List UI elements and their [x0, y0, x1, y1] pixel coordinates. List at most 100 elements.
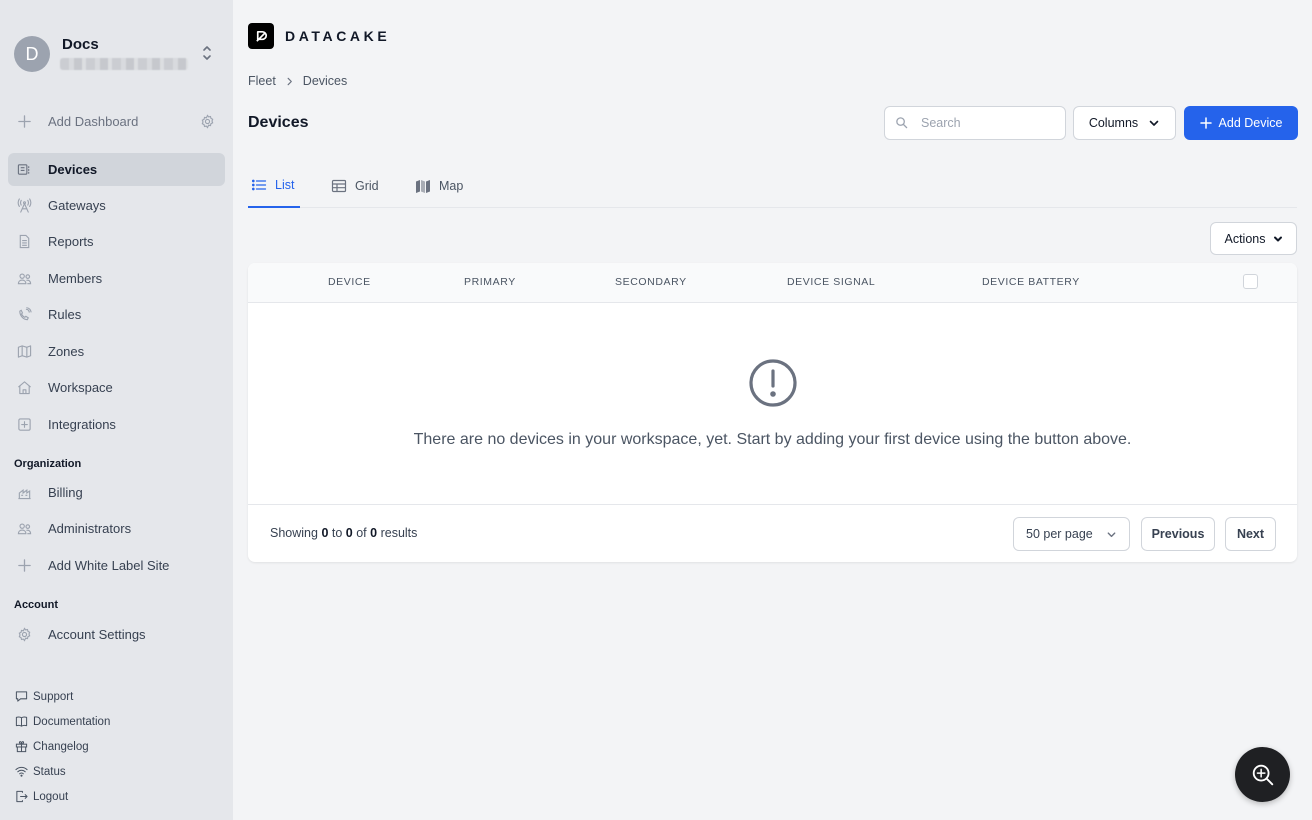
footer-link-label: Changelog: [33, 741, 89, 753]
house-icon: [16, 380, 32, 396]
sidebar-item-label: Rules: [48, 307, 82, 322]
users-icon: [16, 521, 32, 537]
sidebar-item-integrations[interactable]: Integrations: [8, 408, 225, 441]
per-page-select[interactable]: 50 per page: [1013, 517, 1130, 551]
billing-icon: [16, 485, 32, 501]
chevron-down-icon: [1273, 234, 1283, 244]
exclamation-circle-icon: [748, 358, 798, 408]
brand-name: DATACAKE: [285, 28, 391, 44]
device-icon: [16, 162, 32, 178]
devices-table: DEVICE PRIMARY SECONDARY DEVICE SIGNAL D…: [248, 263, 1297, 562]
footer-link-status[interactable]: Status: [15, 764, 66, 780]
sidebar-item-account-settings[interactable]: Account Settings: [8, 618, 225, 651]
wifi-icon: [15, 765, 29, 779]
previous-page-button[interactable]: Previous: [1141, 517, 1215, 551]
gift-icon: [15, 740, 29, 754]
sidebar-item-reports[interactable]: Reports: [8, 225, 225, 258]
sidebar-item-devices[interactable]: Devices: [8, 153, 225, 186]
footer-link-documentation[interactable]: Documentation: [15, 714, 110, 730]
breadcrumb-devices[interactable]: Devices: [303, 74, 347, 88]
footer-link-label: Logout: [33, 791, 69, 803]
map-icon: [16, 344, 32, 360]
workspace-avatar: D: [14, 36, 50, 72]
next-page-button[interactable]: Next: [1225, 517, 1276, 551]
chevron-right-icon: [285, 77, 294, 86]
footer-link-support[interactable]: Support: [15, 689, 73, 705]
column-header-device[interactable]: DEVICE: [328, 276, 371, 288]
add-dashboard-label: Add Dashboard: [48, 114, 139, 129]
table-icon: [331, 178, 347, 194]
search-box[interactable]: [884, 106, 1066, 140]
brand-logo[interactable]: DATACAKE: [248, 23, 390, 49]
sidebar-item-zones[interactable]: Zones: [8, 335, 225, 368]
sidebar-item-label: Add White Label Site: [48, 558, 170, 573]
sidebar-item-add-white-label-site[interactable]: Add White Label Site: [8, 549, 225, 582]
organization-section-title: Organization: [14, 458, 82, 470]
sidebar-item-label: Members: [48, 271, 103, 286]
sidebar-item-label: Gateways: [48, 198, 106, 213]
sidebar-item-members[interactable]: Members: [8, 262, 225, 295]
results-showing: Showing: [270, 526, 318, 540]
select-all-checkbox[interactable]: [1243, 274, 1258, 289]
account-section-title: Account: [14, 599, 58, 611]
workspace-name: Docs: [62, 36, 99, 53]
logout-icon: [15, 790, 29, 804]
sidebar-item-label: Devices: [48, 162, 98, 177]
column-header-primary[interactable]: PRIMARY: [464, 276, 516, 288]
sidebar-item-rules[interactable]: Rules: [8, 298, 225, 331]
tab-list[interactable]: List: [248, 164, 300, 208]
sidebar-item-label: Billing: [48, 485, 83, 500]
document-icon: [16, 234, 32, 250]
gear-icon[interactable]: [200, 114, 215, 129]
footer-link-label: Status: [33, 766, 66, 778]
footer-link-label: Documentation: [33, 716, 111, 728]
phone-signal-icon: [16, 307, 32, 323]
results-to-word: to: [331, 526, 343, 540]
footer-link-logout[interactable]: Logout: [15, 789, 68, 805]
zoom-assistant-button[interactable]: [1235, 747, 1290, 802]
actions-button[interactable]: Actions: [1210, 222, 1297, 255]
table-footer: Showing 0 to 0 of 0 results 50 per page …: [248, 504, 1297, 562]
sidebar-item-label: Account Settings: [48, 627, 146, 642]
chevron-down-icon: [1148, 117, 1160, 129]
sidebar-item-billing[interactable]: Billing: [8, 476, 225, 509]
tab-label: Grid: [355, 179, 379, 193]
sidebar-item-workspace[interactable]: Workspace: [8, 371, 225, 404]
workspace-subtitle-redacted: [60, 58, 188, 70]
chat-icon: [15, 690, 29, 704]
chevron-up-down-icon[interactable]: [200, 43, 214, 63]
tab-grid[interactable]: Grid: [331, 164, 379, 208]
columns-label: Columns: [1088, 116, 1139, 130]
search-input[interactable]: [921, 116, 1051, 130]
column-header-device-battery[interactable]: DEVICE BATTERY: [982, 276, 1080, 288]
workspace-switcher[interactable]: D Docs: [14, 34, 220, 74]
map-icon: [415, 178, 431, 194]
breadcrumb-fleet[interactable]: Fleet: [248, 74, 276, 88]
plus-icon: [16, 114, 32, 130]
results-summary: Showing 0 to 0 of 0 results: [270, 526, 417, 540]
magnifier-sparkle-icon: [1250, 762, 1276, 788]
plus-square-icon: [16, 417, 32, 433]
add-device-button[interactable]: Add Device: [1184, 106, 1298, 140]
view-tabs: List Grid Map: [248, 164, 1297, 208]
add-dashboard-button[interactable]: Add Dashboard: [8, 105, 225, 138]
plus-icon: [1199, 117, 1212, 129]
column-header-device-signal[interactable]: DEVICE SIGNAL: [787, 276, 875, 288]
empty-state-message: There are no devices in your workspace, …: [413, 431, 1132, 448]
breadcrumb: Fleet Devices: [248, 74, 347, 88]
footer-link-changelog[interactable]: Changelog: [15, 739, 89, 755]
results-to: 0: [345, 526, 353, 540]
tab-map[interactable]: Map: [415, 164, 463, 208]
sidebar-item-gateways[interactable]: Gateways: [8, 189, 225, 222]
results-word: results: [380, 526, 418, 540]
sidebar-item-label: Reports: [48, 234, 94, 249]
sidebar-item-administrators[interactable]: Administrators: [8, 512, 225, 545]
antenna-icon: [16, 198, 32, 214]
sidebar-item-label: Workspace: [48, 380, 113, 395]
columns-button[interactable]: Columns: [1073, 106, 1176, 140]
actions-label: Actions: [1224, 231, 1266, 246]
sidebar-item-label: Administrators: [48, 521, 132, 536]
column-header-secondary[interactable]: SECONDARY: [615, 276, 687, 288]
sidebar-item-label: Integrations: [48, 417, 116, 432]
book-icon: [15, 715, 29, 729]
